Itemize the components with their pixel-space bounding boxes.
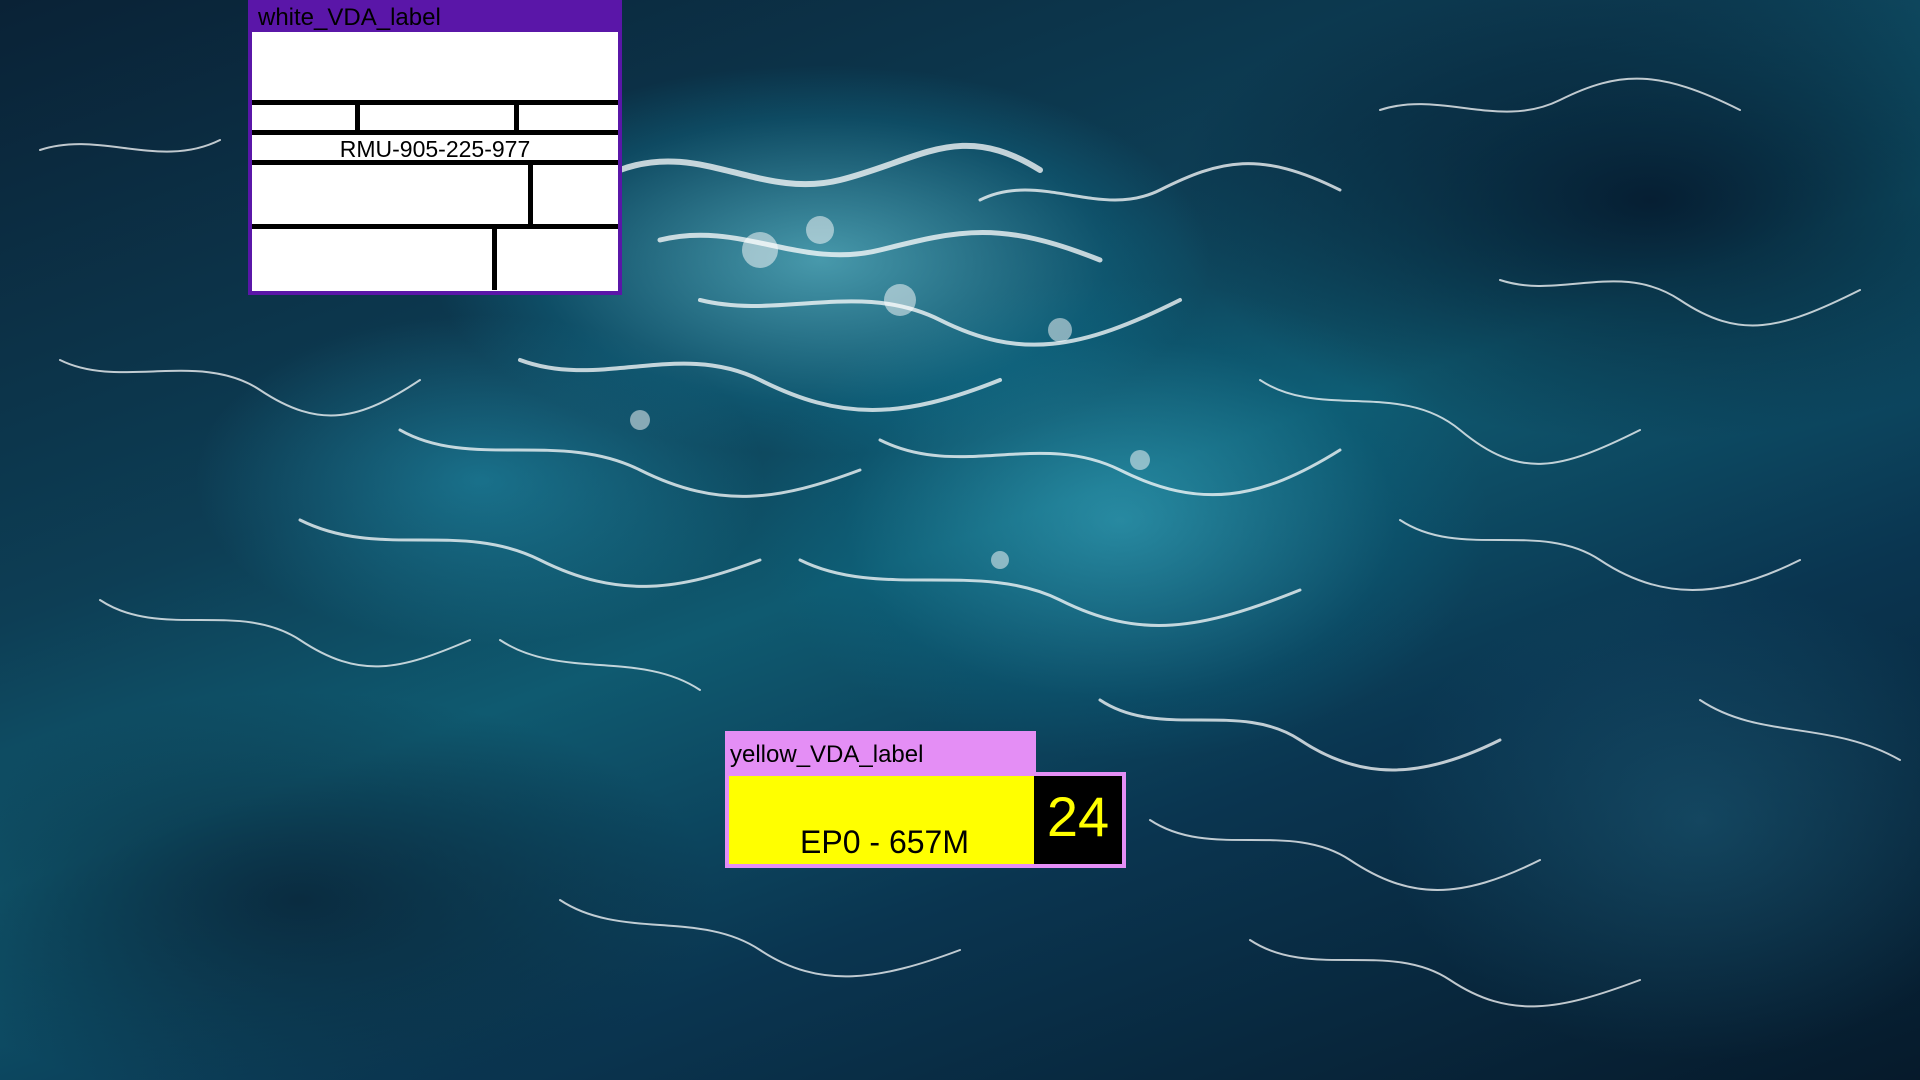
yellow-vda-label[interactable]: EP0 - 657M 24	[725, 772, 1126, 868]
white-label-code: RMU-905-225-977	[339, 136, 531, 162]
white-label-divider	[252, 100, 618, 105]
white-label-divider	[252, 224, 618, 229]
white-label-divider	[492, 228, 497, 290]
white-label-divider	[252, 130, 618, 135]
yellow-label-text: EP0 - 657M	[800, 824, 969, 860]
white-label-divider	[514, 104, 519, 130]
white-label-divider	[528, 164, 533, 226]
white-label-divider	[252, 160, 618, 165]
yellow-label-number: 24	[1034, 776, 1122, 864]
white-label-title: white_VDA_label	[252, 4, 618, 32]
yellow-label-title: yellow_VDA_label	[725, 731, 1036, 773]
ocean-background: white_VDA_label RMU-905-225-977 yellow_V…	[0, 0, 1920, 1080]
white-label-divider	[355, 104, 360, 130]
white-vda-label[interactable]: white_VDA_label RMU-905-225-977	[248, 0, 622, 295]
